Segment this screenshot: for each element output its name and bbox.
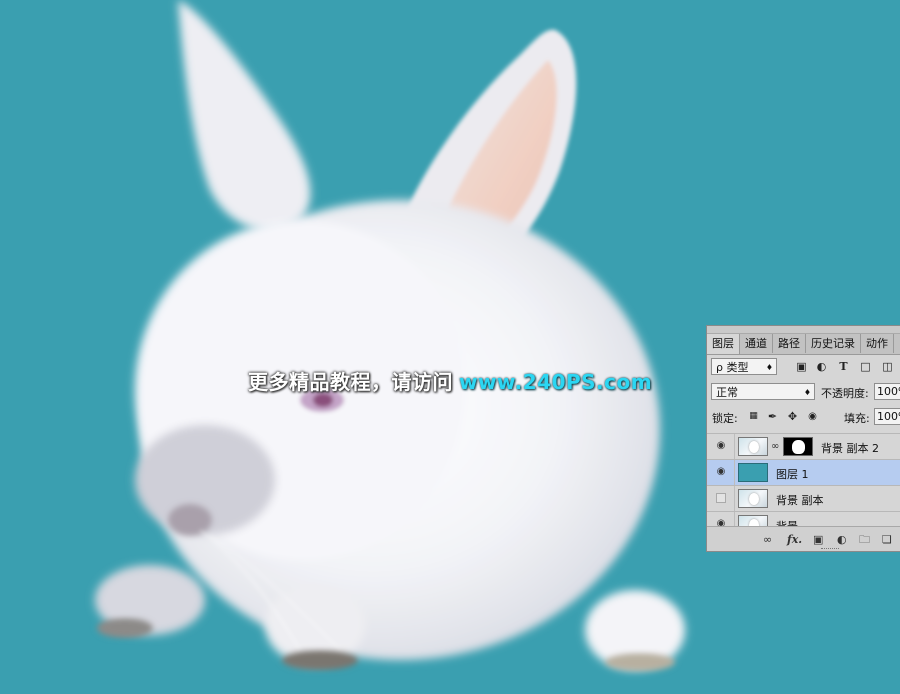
layer-row[interactable]: 背景 副本: [707, 485, 900, 511]
tab-paths[interactable]: 路径: [773, 334, 806, 353]
image-filter-icon[interactable]: ▣: [795, 360, 808, 373]
type-filter-icon[interactable]: T: [837, 360, 850, 373]
fx-icon[interactable]: fx.: [787, 533, 802, 546]
layer-thumbnail: [738, 515, 768, 526]
watermark-url: www.240PS.com: [459, 370, 653, 394]
panel-bottom-toolbar: ∞ fx. ▣ ◐ 🗀 ❏: [707, 526, 900, 551]
blend-mode-select[interactable]: 正常 ♦: [711, 383, 815, 400]
shape-filter-icon[interactable]: □: [859, 360, 872, 373]
link-icon[interactable]: ∞: [763, 533, 772, 546]
watermark-text: 更多精品教程，请访问: [248, 370, 453, 394]
opacity-field[interactable]: 100%: [874, 383, 900, 400]
layer-row[interactable]: ◉ ∞ 背景 副本 2: [707, 433, 900, 459]
layers-panel: 图层 通道 路径 历史记录 动作 ρ 类型 ♦ ▣ ◐ T □ ◫ 正常 ♦ 不…: [706, 325, 900, 552]
lock-transparent-icon[interactable]: ▦: [747, 410, 760, 423]
layer-thumbnail: [738, 489, 768, 508]
layer-filter-select[interactable]: ρ 类型 ♦: [711, 358, 777, 375]
panel-tabs: 图层 通道 路径 历史记录 动作: [707, 334, 900, 355]
adjustment-filter-icon[interactable]: ◐: [815, 360, 828, 373]
watermark: 更多精品教程，请访问 www.240PS.com: [248, 366, 652, 395]
fill-label: 填充:: [844, 412, 870, 425]
eye-icon[interactable]: ◉: [715, 441, 727, 451]
layer-thumbnail: [738, 463, 768, 482]
chevron-down-icon: ♦: [803, 388, 811, 397]
eye-icon[interactable]: ◉: [715, 467, 727, 477]
chevron-down-icon: ♦: [765, 363, 773, 372]
fill-field[interactable]: 100%: [874, 408, 900, 425]
layer-name: 图层 1: [776, 468, 809, 481]
tab-layers[interactable]: 图层: [707, 334, 740, 354]
eye-icon[interactable]: ◉: [715, 519, 727, 527]
link-icon[interactable]: ∞: [771, 441, 779, 452]
layer-name: 背景: [776, 518, 798, 526]
tab-history[interactable]: 历史记录: [806, 334, 861, 353]
layer-thumbnail: [738, 437, 768, 456]
tab-actions[interactable]: 动作: [861, 334, 894, 353]
opacity-label: 不透明度:: [821, 387, 869, 400]
new-layer-icon[interactable]: ❏: [882, 533, 892, 546]
tab-channels[interactable]: 通道: [740, 334, 773, 353]
lock-label: 锁定:: [712, 412, 738, 425]
adjustment-layer-icon[interactable]: ◐: [837, 533, 847, 546]
lock-all-icon[interactable]: ◉: [806, 410, 819, 423]
add-mask-icon[interactable]: ▣: [813, 533, 823, 546]
layer-filter-label: ρ 类型: [716, 361, 749, 374]
lock-paint-icon[interactable]: ✒: [766, 410, 779, 423]
new-group-icon[interactable]: 🗀: [859, 533, 870, 546]
panel-grip[interactable]: [707, 326, 900, 334]
lock-move-icon[interactable]: ✥: [786, 410, 799, 423]
layer-name: 背景 副本 2: [821, 442, 879, 455]
layer-name: 背景 副本: [776, 494, 824, 507]
layer-row-selected[interactable]: ◉ 图层 1: [707, 459, 900, 485]
layer-row[interactable]: ◉ 背景: [707, 511, 900, 526]
layer-mask-thumbnail[interactable]: [783, 437, 813, 456]
blend-mode-value: 正常: [716, 386, 738, 399]
resize-handle[interactable]: [821, 548, 839, 551]
smart-object-filter-icon[interactable]: ◫: [881, 360, 894, 373]
visibility-off-box[interactable]: [716, 493, 726, 503]
